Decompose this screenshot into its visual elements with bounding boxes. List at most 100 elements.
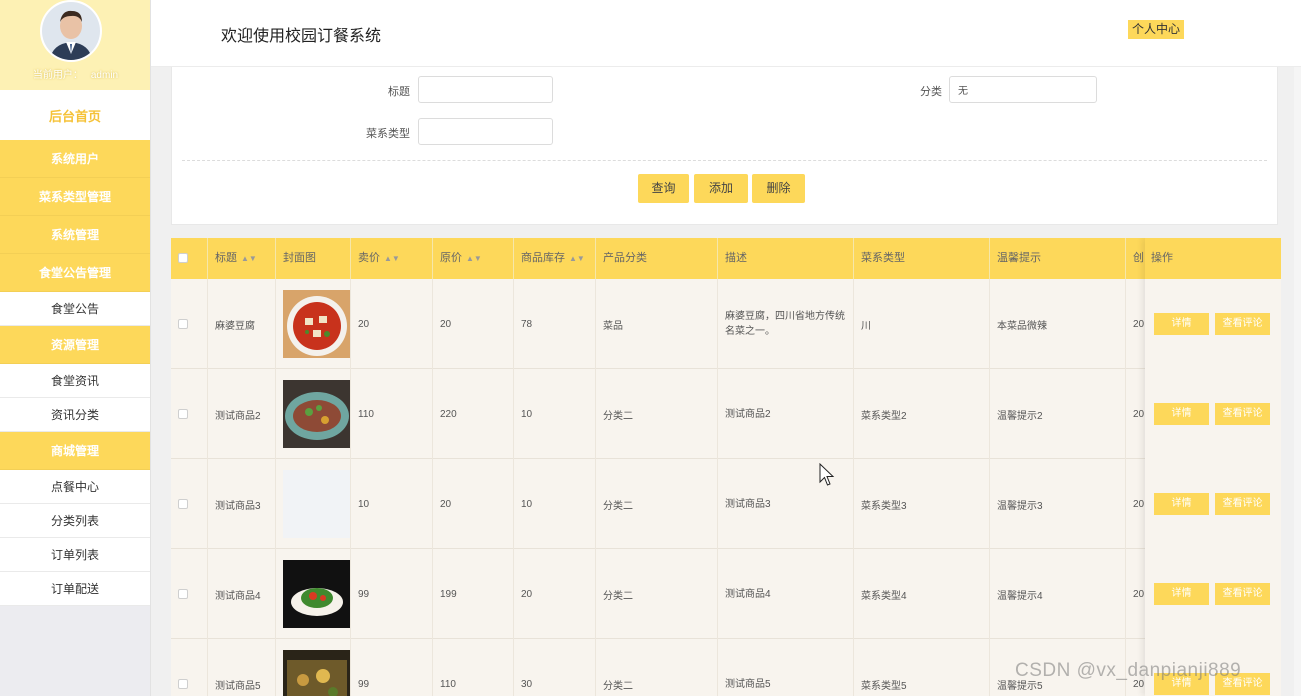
page-scrollbar[interactable] [1294, 67, 1301, 696]
cover-cell [276, 549, 351, 639]
cell-title: 测试商品5 [208, 639, 276, 696]
cover-image[interactable] [283, 380, 350, 448]
cell-text: 菜系类型5 [861, 680, 907, 692]
cell-text: 99 [358, 588, 370, 600]
col-tip: 温馨提示 [990, 238, 1126, 279]
nav-item[interactable]: 点餐中心 [0, 470, 150, 504]
cell-text: 110 [358, 408, 374, 420]
cell-text: 分类二 [603, 590, 633, 602]
nav-home[interactable]: 后台首页 [0, 90, 150, 140]
nav-section[interactable]: 系统用户 [0, 140, 150, 178]
row-select-cell [171, 459, 208, 549]
cell-text: 20 [521, 588, 533, 600]
col-cover: 封面图 [276, 238, 351, 279]
cell-orig: 20 [433, 279, 514, 369]
col-sell-price[interactable]: 卖价 ▲▼ [351, 238, 433, 279]
row-checkbox[interactable] [178, 319, 188, 329]
nav-section[interactable]: 资源管理 [0, 326, 150, 364]
view-reviews-button[interactable]: 查看评论 [1215, 583, 1270, 605]
cover-image[interactable] [283, 650, 350, 696]
nav-item[interactable]: 分类列表 [0, 504, 150, 538]
sort-icon[interactable]: ▲▼ [241, 254, 257, 263]
cover-image[interactable] [283, 560, 350, 628]
cell-text: 菜品 [603, 320, 623, 332]
cell-tip: 本菜品微辣 [990, 279, 1126, 369]
nav-section[interactable]: 商城管理 [0, 432, 150, 470]
nav-section[interactable]: 食堂公告管理 [0, 254, 150, 292]
cell-text: 20 [1133, 498, 1145, 510]
cell-sell: 10 [351, 459, 433, 549]
row-checkbox[interactable] [178, 499, 188, 509]
cell-sell: 110 [351, 369, 433, 459]
personal-center-button[interactable]: 个人中心 [1128, 20, 1185, 39]
sort-icon[interactable]: ▲▼ [384, 254, 400, 263]
cell-text: 220 [440, 408, 457, 420]
watermark: CSDN @vx_danpianji889 [1015, 660, 1242, 681]
cell-text: 30 [521, 678, 533, 690]
sidebar: 当前用户： admin 后台首页 系统用户 菜系类型管理 系统管理 食堂公告管理 食堂公告… [0, 0, 151, 696]
cell-text: 20 [440, 318, 452, 330]
view-reviews-button[interactable]: 查看评论 [1215, 313, 1270, 335]
cell-desc: 测试商品4 [718, 549, 854, 639]
row-checkbox[interactable] [178, 409, 188, 419]
cell-title: 测试商品3 [208, 459, 276, 549]
view-reviews-button[interactable]: 查看评论 [1215, 403, 1270, 425]
cuisine-input[interactable] [418, 118, 553, 145]
nav-section[interactable]: 系统管理 [0, 216, 150, 254]
row-select-cell [171, 549, 208, 639]
product-table: 标题 ▲▼ 封面图 卖价 ▲▼ 原价 ▲▼ 商品库存 ▲▼ 产品分类 描述 菜系类型 温… [171, 238, 1281, 696]
cover-image[interactable] [283, 290, 350, 358]
detail-button[interactable]: 详情 [1154, 403, 1209, 425]
add-button[interactable]: 添加 [694, 174, 748, 203]
view-reviews-button[interactable]: 查看评论 [1215, 493, 1270, 515]
cell-stock: 10 [514, 459, 596, 549]
col-title[interactable]: 标题 ▲▼ [208, 238, 276, 279]
select-all-cell [171, 238, 208, 279]
cell-stock: 10 [514, 369, 596, 459]
sort-icon[interactable]: ▲▼ [466, 254, 482, 263]
col-stock[interactable]: 商品库存 ▲▼ [514, 238, 596, 279]
nav-item[interactable]: 资讯分类 [0, 398, 150, 432]
cell-text: 分类二 [603, 680, 633, 692]
cell-text: 测试商品5 [215, 680, 261, 692]
col-orig-price[interactable]: 原价 ▲▼ [433, 238, 514, 279]
cell-text: 78 [521, 318, 533, 330]
cell-text: 20 [440, 498, 452, 510]
detail-button[interactable]: 详情 [1154, 313, 1209, 335]
cover-image[interactable] [283, 470, 350, 538]
actions-column: 操作 详情 查看评论 详情 查看评论 详情 查看评论 详情 查看评论 详情 查看评论 [1145, 238, 1281, 696]
title-input[interactable] [418, 76, 553, 103]
row-checkbox[interactable] [178, 679, 188, 689]
query-button[interactable]: 查询 [638, 174, 689, 203]
row-checkbox[interactable] [178, 589, 188, 599]
nav-item[interactable]: 食堂资讯 [0, 364, 150, 398]
nav-item[interactable]: 食堂公告 [0, 292, 150, 326]
cell-sell: 99 [351, 549, 433, 639]
cell-text: 测试商品2 [725, 408, 771, 420]
nav-item[interactable]: 订单配送 [0, 572, 150, 606]
nav-item[interactable]: 订单列表 [0, 538, 150, 572]
sidebar-profile: 当前用户： admin [0, 0, 150, 90]
sort-icon[interactable]: ▲▼ [569, 254, 585, 263]
mouse-cursor-icon [819, 462, 835, 490]
delete-button[interactable]: 删除 [752, 174, 805, 203]
cell-text: 10 [358, 498, 370, 510]
cell-text: 温馨提示3 [997, 500, 1043, 512]
detail-button[interactable]: 详情 [1154, 493, 1209, 515]
col-cuisine: 菜系类型 [854, 238, 990, 279]
cell-text: 温馨提示4 [997, 590, 1043, 602]
cell-title: 测试商品4 [208, 549, 276, 639]
cell-text: 测试商品2 [215, 410, 261, 422]
cell-text: 10 [521, 498, 533, 510]
cell-cuisine: 菜系类型3 [854, 459, 990, 549]
cell-text: 99 [358, 678, 370, 690]
divider [182, 160, 1267, 161]
cell-orig: 199 [433, 549, 514, 639]
detail-button[interactable]: 详情 [1154, 583, 1209, 605]
nav-section[interactable]: 菜系类型管理 [0, 178, 150, 216]
cell-category: 分类二 [596, 549, 718, 639]
category-select[interactable] [949, 76, 1097, 103]
cell-sell: 99 [351, 639, 433, 696]
avatar[interactable] [40, 0, 102, 62]
select-all-checkbox[interactable] [178, 253, 188, 263]
